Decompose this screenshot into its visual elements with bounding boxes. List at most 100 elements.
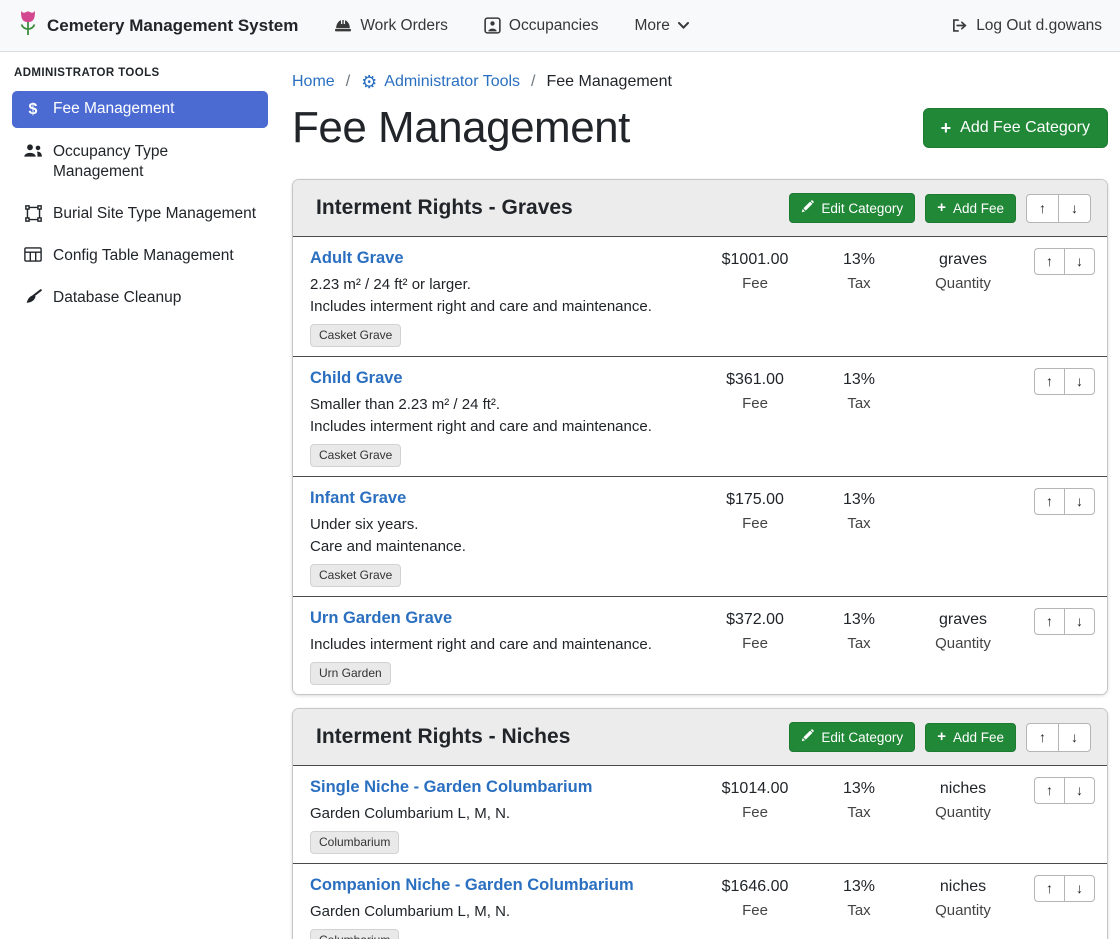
fee-tax-label: Tax xyxy=(816,900,902,921)
move-fee-up-button[interactable]: ↑ xyxy=(1034,368,1065,395)
fee-amount-value: $361.00 xyxy=(694,369,816,390)
move-fee-up-button[interactable]: ↑ xyxy=(1034,875,1065,902)
move-fee-down-button[interactable]: ↓ xyxy=(1064,248,1095,275)
arrow-up-icon: ↑ xyxy=(1046,613,1053,629)
sidebar-item-label: Burial Site Type Management xyxy=(53,204,256,224)
nav-work-orders[interactable]: Work Orders xyxy=(334,17,448,35)
sidebar-item-fee-management[interactable]: $ Fee Management xyxy=(12,91,268,128)
move-fee-up-button[interactable]: ↑ xyxy=(1034,488,1065,515)
fee-name-link[interactable]: Companion Niche - Garden Columbarium xyxy=(310,875,634,895)
fee-amount-label: Fee xyxy=(694,633,816,654)
fee-name-link[interactable]: Single Niche - Garden Columbarium xyxy=(310,777,592,797)
fee-amount-block: $1001.00 Fee xyxy=(694,248,816,347)
fee-descriptions: 2.23 m² / 24 ft² or larger.Includes inte… xyxy=(310,274,686,318)
breadcrumb-admin-tools-link[interactable]: ⚙ Administrator Tools xyxy=(361,73,520,91)
move-category-down-button[interactable]: ↓ xyxy=(1058,723,1091,752)
fee-category-card: Interment Rights - Graves Edit Category … xyxy=(292,179,1108,695)
fee-name-link[interactable]: Child Grave xyxy=(310,368,403,388)
pencil-icon xyxy=(801,200,814,216)
move-category-up-button[interactable]: ↑ xyxy=(1026,194,1059,223)
fee-type-badge: Columbarium xyxy=(310,831,399,854)
breadcrumb-separator: / xyxy=(531,73,535,91)
fee-tax-block: 13% Tax xyxy=(816,875,902,939)
fee-amount-block: $1014.00 Fee xyxy=(694,777,816,854)
category-header: Interment Rights - Niches Edit Category … xyxy=(293,709,1107,765)
add-fee-button[interactable]: + Add Fee xyxy=(925,194,1016,223)
fee-description: Includes interment right and care and ma… xyxy=(310,416,686,438)
top-navbar: Cemetery Management System Work Orders O… xyxy=(0,0,1120,52)
move-fee-down-button[interactable]: ↓ xyxy=(1064,608,1095,635)
arrow-up-icon: ↑ xyxy=(1039,729,1046,745)
fee-descriptions: Under six years.Care and maintenance. xyxy=(310,514,686,558)
category-reorder-group: ↑ ↓ xyxy=(1026,723,1091,752)
fee-description: Garden Columbarium L, M, N. xyxy=(310,803,686,825)
breadcrumb-home-link[interactable]: Home xyxy=(292,73,335,91)
sidebar-item-config-table-management[interactable]: Config Table Management xyxy=(12,238,268,274)
fee-badge-wrap: Columbarium xyxy=(310,831,686,854)
category-title: Interment Rights - Niches xyxy=(309,725,570,749)
edit-category-button[interactable]: Edit Category xyxy=(789,722,915,752)
admin-sidebar: ADMINISTRATOR TOOLS $ Fee Management Occ… xyxy=(0,52,280,939)
fee-list: Single Niche - Garden Columbarium Garden… xyxy=(293,765,1107,939)
fee-quantity-label: Quantity xyxy=(902,633,1024,654)
hard-hat-icon xyxy=(334,18,352,33)
app-title: Cemetery Management System xyxy=(47,16,298,36)
move-fee-up-button[interactable]: ↑ xyxy=(1034,248,1065,275)
arrow-down-icon: ↓ xyxy=(1071,200,1078,216)
add-fee-category-button[interactable]: + Add Fee Category xyxy=(923,108,1108,148)
add-fee-button[interactable]: + Add Fee xyxy=(925,723,1016,752)
fee-descriptions: Garden Columbarium L, M, N. xyxy=(310,803,686,825)
fee-reorder-group: ↑ ↓ xyxy=(1034,875,1095,902)
sidebar-item-burial-site-type-management[interactable]: Burial Site Type Management xyxy=(12,196,268,232)
arrow-up-icon: ↑ xyxy=(1046,253,1053,269)
arrow-down-icon: ↓ xyxy=(1076,613,1083,629)
fee-tax-label: Tax xyxy=(816,393,902,414)
move-fee-down-button[interactable]: ↓ xyxy=(1064,488,1095,515)
gear-icon: ⚙ xyxy=(361,73,377,91)
move-category-up-button[interactable]: ↑ xyxy=(1026,723,1059,752)
fee-description: Includes interment right and care and ma… xyxy=(310,634,686,656)
fee-details: Adult Grave 2.23 m² / 24 ft² or larger.I… xyxy=(310,248,694,347)
fee-tax-value: 13% xyxy=(816,876,902,897)
move-fee-down-button[interactable]: ↓ xyxy=(1064,777,1095,804)
fee-name-link[interactable]: Adult Grave xyxy=(310,248,404,268)
move-fee-up-button[interactable]: ↑ xyxy=(1034,777,1065,804)
edit-category-button[interactable]: Edit Category xyxy=(789,193,915,223)
fee-row: Urn Garden Grave Includes interment righ… xyxy=(293,596,1107,694)
fee-amount-value: $1646.00 xyxy=(694,876,816,897)
app-brand[interactable]: Cemetery Management System xyxy=(18,10,298,41)
fee-name-link[interactable]: Urn Garden Grave xyxy=(310,608,452,628)
fee-description: Under six years. xyxy=(310,514,686,536)
edit-category-label: Edit Category xyxy=(821,730,903,745)
pencil-icon xyxy=(801,729,814,745)
fee-tax-block: 13% Tax xyxy=(816,608,902,685)
nav-more[interactable]: More xyxy=(635,17,689,35)
fee-quantity-value: niches xyxy=(902,876,1024,897)
fee-description: Smaller than 2.23 m² / 24 ft². xyxy=(310,394,686,416)
fee-amount-label: Fee xyxy=(694,900,816,921)
nav-logout-label: Log Out d.gowans xyxy=(976,17,1102,35)
fee-descriptions: Includes interment right and care and ma… xyxy=(310,634,686,656)
breadcrumb-separator: / xyxy=(346,73,350,91)
move-fee-up-button[interactable]: ↑ xyxy=(1034,608,1065,635)
fee-list: Adult Grave 2.23 m² / 24 ft² or larger.I… xyxy=(293,236,1107,694)
nav-occupancies[interactable]: Occupancies xyxy=(484,17,599,35)
broom-icon xyxy=(23,289,43,305)
breadcrumb: Home / ⚙ Administrator Tools / Fee Manag… xyxy=(292,73,1108,91)
move-category-down-button[interactable]: ↓ xyxy=(1058,194,1091,223)
move-fee-down-button[interactable]: ↓ xyxy=(1064,875,1095,902)
add-fee-category-label: Add Fee Category xyxy=(960,119,1090,137)
fee-row: Adult Grave 2.23 m² / 24 ft² or larger.I… xyxy=(293,236,1107,356)
fee-category-card: Interment Rights - Niches Edit Category … xyxy=(292,708,1108,939)
fee-name-link[interactable]: Infant Grave xyxy=(310,488,406,508)
nav-logout[interactable]: Log Out d.gowans xyxy=(951,17,1102,35)
fee-quantity-label: Quantity xyxy=(902,900,1024,921)
sidebar-item-occupancy-type-management[interactable]: Occupancy Type Management xyxy=(12,134,268,190)
fee-reorder-group: ↑ ↓ xyxy=(1034,248,1095,275)
add-fee-label: Add Fee xyxy=(953,730,1004,745)
fee-quantity-label: Quantity xyxy=(902,273,1024,294)
sidebar-item-database-cleanup[interactable]: Database Cleanup xyxy=(12,280,268,316)
move-fee-down-button[interactable]: ↓ xyxy=(1064,368,1095,395)
fee-amount-label: Fee xyxy=(694,802,816,823)
fee-quantity-block: niches Quantity xyxy=(902,777,1024,854)
